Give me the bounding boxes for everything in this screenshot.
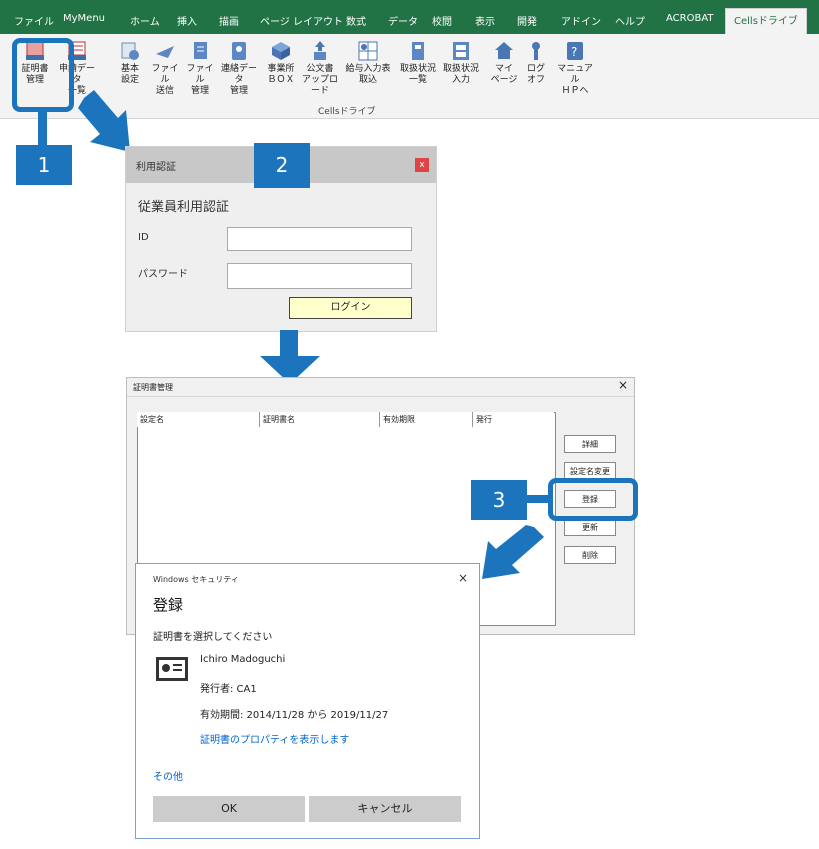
tab-data[interactable]: データ bbox=[388, 13, 418, 28]
box-icon bbox=[270, 40, 292, 62]
tab-cells-drive[interactable]: Cellsドライブ bbox=[725, 8, 807, 35]
handling-status-list-button[interactable]: 取扱状況 一覧 bbox=[398, 40, 438, 86]
tab-view[interactable]: 表示 bbox=[475, 13, 495, 28]
more-choices-link[interactable]: その他 bbox=[153, 768, 183, 783]
cert-manager-close-button[interactable]: × bbox=[618, 378, 628, 392]
tab-developer[interactable]: 開発 bbox=[517, 13, 537, 28]
cert-manager-titlebar: 証明書管理 × bbox=[127, 378, 634, 397]
tab-home[interactable]: ホーム bbox=[130, 13, 160, 28]
column-header-setting-name[interactable]: 設定名 bbox=[137, 412, 260, 427]
svg-text:?: ? bbox=[571, 45, 577, 59]
windows-security-dialog: Windows セキュリティ × 登録 証明書を選択してください Ichiro … bbox=[135, 563, 480, 839]
detail-button[interactable]: 詳細 bbox=[564, 435, 616, 453]
tab-file[interactable]: ファイル bbox=[14, 13, 54, 28]
cert-issuer: 発行者: CA1 bbox=[200, 684, 257, 695]
status-input-icon bbox=[450, 40, 472, 62]
step1-badge: 1 bbox=[16, 145, 72, 185]
step3-badge: 3 bbox=[471, 480, 527, 520]
password-label: パスワード bbox=[138, 269, 188, 280]
column-header-cert-name[interactable]: 証明書名 bbox=[260, 412, 380, 427]
step3-highlight bbox=[548, 478, 638, 521]
step1-highlight bbox=[12, 38, 74, 112]
cert-validity: 有効期間: 2014/11/28 から 2019/11/27 bbox=[200, 710, 389, 721]
step3-connector bbox=[527, 495, 549, 503]
column-header-expiry[interactable]: 有効期限 bbox=[380, 412, 473, 427]
tab-formulas[interactable]: 数式 bbox=[346, 13, 366, 28]
office-box-button[interactable]: 事業所 ＢＯＸ bbox=[264, 40, 298, 86]
handling-status-input-button[interactable]: 取扱状況 入力 bbox=[441, 40, 481, 86]
delete-button[interactable]: 削除 bbox=[564, 546, 616, 564]
salary-import-button[interactable]: 給与入力表 取込 bbox=[344, 40, 392, 86]
security-heading: 登録 bbox=[153, 596, 184, 614]
my-page-button[interactable]: マイ ページ bbox=[487, 40, 521, 86]
contact-data-manage-button[interactable]: 連絡データ 管理 bbox=[218, 40, 260, 97]
login-button[interactable]: ログイン bbox=[289, 297, 412, 319]
cert-properties-link[interactable]: 証明書のプロパティを表示します bbox=[200, 731, 349, 746]
id-input[interactable] bbox=[227, 227, 412, 251]
file-send-button[interactable]: ファイル 送信 bbox=[148, 40, 182, 97]
login-close-button[interactable]: x bbox=[415, 158, 429, 172]
ok-button[interactable]: OK bbox=[153, 796, 305, 822]
manual-hp-button[interactable]: ? マニュアル ＨＰへ bbox=[555, 40, 595, 97]
arrow-3-icon bbox=[482, 525, 544, 579]
file-manage-button[interactable]: ファイル 管理 bbox=[183, 40, 217, 97]
password-input[interactable] bbox=[227, 263, 412, 289]
tab-help[interactable]: ヘルプ bbox=[615, 13, 645, 28]
tab-review[interactable]: 校閲 bbox=[432, 13, 452, 28]
tab-addins[interactable]: アドイン bbox=[561, 13, 601, 28]
cert-manager-title: 証明書管理 bbox=[133, 383, 173, 392]
column-header-issuer[interactable]: 発行 bbox=[473, 412, 554, 427]
select-cert-prompt: 証明書を選択してください bbox=[153, 632, 273, 643]
send-icon bbox=[154, 40, 176, 62]
cancel-button[interactable]: キャンセル bbox=[309, 796, 461, 822]
gear-icon bbox=[119, 40, 141, 62]
ribbon-group-label: Cellsドライブ bbox=[318, 107, 376, 117]
security-close-button[interactable]: × bbox=[458, 571, 468, 585]
tab-mymenu[interactable]: MyMenu bbox=[63, 13, 105, 24]
help-icon: ? bbox=[564, 40, 586, 62]
document-icon bbox=[189, 40, 211, 62]
step2-badge: 2 bbox=[254, 143, 310, 188]
basic-settings-button[interactable]: 基本 設定 bbox=[113, 40, 147, 86]
login-heading: 従業員利用認証 bbox=[138, 200, 230, 215]
tab-draw[interactable]: 描画 bbox=[219, 13, 239, 28]
contact-icon bbox=[228, 40, 250, 62]
official-document-upload-button[interactable]: 公文書 アップロード bbox=[298, 40, 342, 97]
status-list-icon bbox=[407, 40, 429, 62]
key-icon bbox=[525, 40, 547, 62]
tab-acrobat[interactable]: ACROBAT bbox=[666, 13, 714, 24]
logoff-button[interactable]: ログ オフ bbox=[519, 40, 553, 86]
table-import-icon bbox=[357, 40, 379, 62]
cert-holder-name[interactable]: Ichiro Madoguchi bbox=[200, 654, 285, 665]
certificate-icon bbox=[155, 656, 189, 682]
tab-page-layout[interactable]: ページ レイアウト bbox=[260, 13, 343, 28]
home-icon bbox=[493, 40, 515, 62]
tab-insert[interactable]: 挿入 bbox=[177, 13, 197, 28]
security-title: Windows セキュリティ bbox=[153, 575, 239, 584]
login-dialog-title: 利用認証 bbox=[136, 162, 176, 173]
id-label: ID bbox=[138, 232, 149, 243]
upload-icon bbox=[309, 40, 331, 62]
